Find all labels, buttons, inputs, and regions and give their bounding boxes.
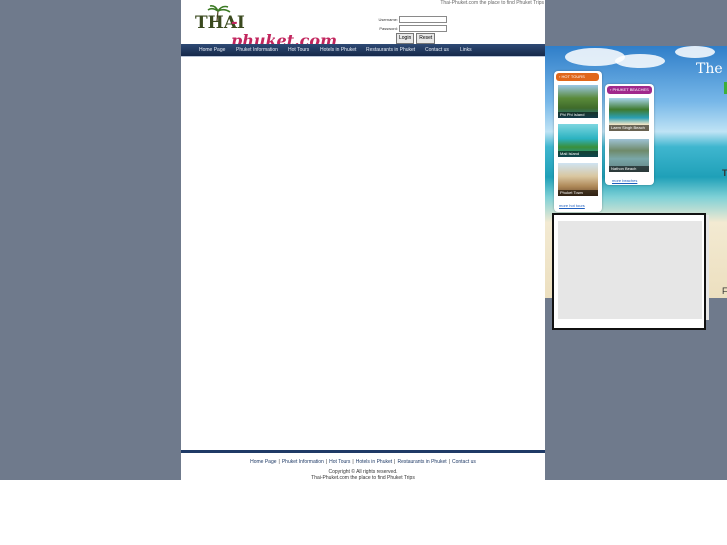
hero-footer-fragment: F bbox=[722, 286, 727, 296]
nav-hot-tours[interactable]: Hot Tours bbox=[288, 47, 309, 53]
username-label: Username: bbox=[378, 16, 398, 22]
tour-caption: Phuket Town bbox=[558, 190, 598, 196]
hero-heading-fragment: T bbox=[722, 168, 727, 178]
nav-phuket-information[interactable]: Phuket Information bbox=[236, 47, 278, 53]
login-form: Username: Password: bbox=[377, 15, 547, 33]
footer-link-contact[interactable]: Contact us bbox=[452, 459, 476, 465]
footer-link-hotels[interactable]: Hotels in Phuket bbox=[356, 459, 392, 465]
beach-caption: Laem Singh Beach bbox=[609, 125, 649, 131]
side-scroll-gutter bbox=[706, 215, 709, 320]
footer-link-hot-tours[interactable]: Hot Tours bbox=[329, 459, 350, 465]
tour-thumb-maii[interactable]: Maii Island bbox=[558, 124, 598, 157]
footer-nav: Home Page | Phuket Information | Hot Tours | H… bbox=[181, 459, 545, 465]
beaches-title: › PHUKET BEACHES bbox=[607, 86, 652, 94]
map-embed[interactable] bbox=[552, 213, 706, 330]
footer-link-restaurants[interactable]: Restaurants in Phuket bbox=[397, 459, 446, 465]
hot-tours-panel: › HOT TOURS Phi Phi Island Maii Island P… bbox=[554, 71, 602, 212]
footer-separator: | bbox=[352, 459, 354, 465]
beach-thumb-nathon[interactable]: Nathon Beach bbox=[609, 139, 649, 172]
nav-contact[interactable]: Contact us bbox=[425, 47, 449, 53]
main-page: Thai-Phuket.com the place to find Phuket… bbox=[181, 0, 547, 481]
header-tagline: Thai-Phuket.com the place to find Phuket… bbox=[440, 0, 544, 6]
footer-divider bbox=[181, 450, 545, 453]
password-label: Password: bbox=[379, 25, 398, 31]
map-canvas[interactable] bbox=[558, 221, 702, 319]
footer-separator: | bbox=[394, 459, 396, 465]
footer-separator: | bbox=[325, 459, 328, 465]
more-hot-tours-link[interactable]: more hot tours bbox=[559, 203, 585, 208]
login-button[interactable]: Login bbox=[396, 33, 415, 44]
beach-caption: Nathon Beach bbox=[609, 166, 649, 172]
footer-link-phuket-information[interactable]: Phuket Information bbox=[282, 459, 324, 465]
site-logo[interactable]: THAI -phuket.com bbox=[195, 5, 337, 50]
password-input[interactable] bbox=[399, 24, 447, 32]
tour-caption: Phi Phi Island bbox=[558, 112, 598, 118]
login-buttons: Login Reset bbox=[396, 33, 436, 44]
footer-link-home[interactable]: Home Page bbox=[250, 459, 276, 465]
nav-hotels[interactable]: Hotels in Phuket bbox=[320, 47, 356, 53]
tour-thumb-phuket-town[interactable]: Phuket Town bbox=[558, 163, 598, 196]
nav-home[interactable]: Home Page bbox=[199, 47, 225, 53]
username-input[interactable] bbox=[399, 15, 447, 23]
more-beaches-link[interactable]: more beaches bbox=[612, 178, 637, 183]
footer-tagline: Thai-Phuket.com the place to find Phuket… bbox=[311, 475, 415, 481]
reset-button[interactable]: Reset bbox=[416, 33, 436, 44]
nav-links[interactable]: Links bbox=[460, 47, 472, 53]
nav-restaurants[interactable]: Restaurants in Phuket bbox=[366, 47, 415, 53]
tour-caption: Maii Island bbox=[558, 151, 598, 157]
beaches-panel: › PHUKET BEACHES Laem Singh Beach Nathon… bbox=[605, 84, 654, 185]
tour-thumb-phi-phi[interactable]: Phi Phi Island bbox=[558, 85, 598, 118]
main-nav: Home Page Phuket Information Hot Tours H… bbox=[181, 44, 545, 57]
beach-thumb-laem-singh[interactable]: Laem Singh Beach bbox=[609, 98, 649, 131]
footer-separator: | bbox=[448, 459, 450, 465]
footer-separator: | bbox=[278, 459, 280, 465]
hero-headline: The b bbox=[696, 61, 727, 77]
hot-tours-title: › HOT TOURS bbox=[556, 73, 599, 81]
